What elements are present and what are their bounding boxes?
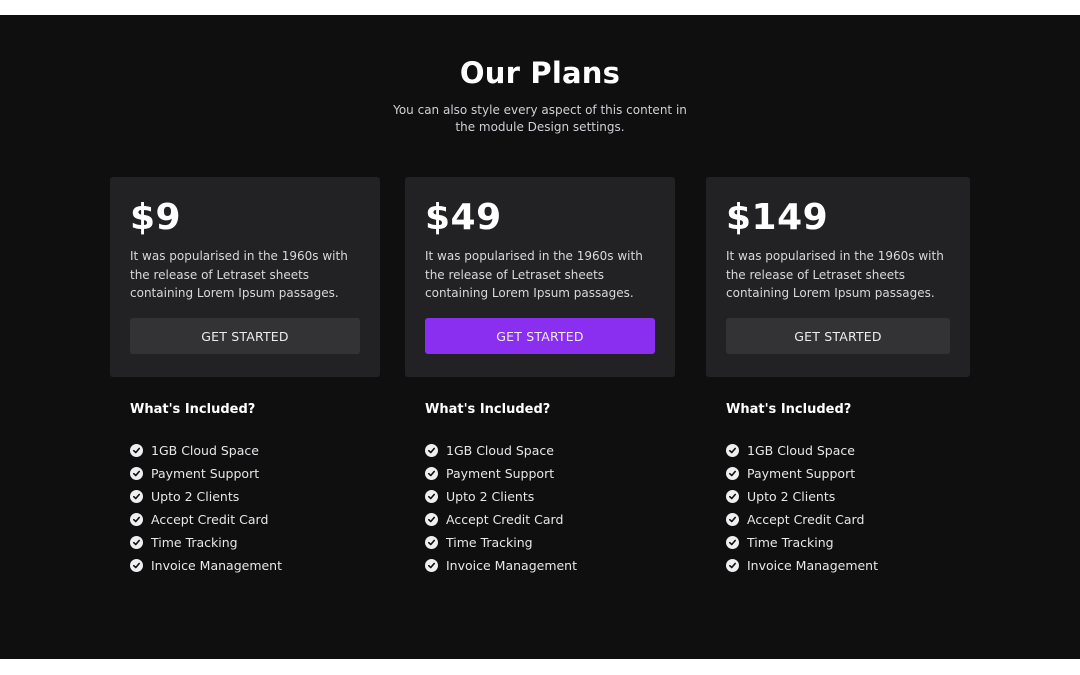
check-circle-icon	[130, 512, 143, 526]
check-circle-icon	[726, 535, 739, 549]
check-circle-icon	[425, 512, 438, 526]
get-started-button[interactable]: GET STARTED	[425, 318, 655, 354]
plan-card-basic: $9 It was popularised in the 1960s with …	[110, 177, 380, 377]
feature-label: Invoice Management	[747, 557, 879, 573]
check-circle-icon	[130, 558, 143, 572]
check-circle-icon	[130, 466, 143, 480]
feature-label: 1GB Cloud Space	[446, 442, 554, 458]
feature-label: Upto 2 Clients	[446, 488, 535, 504]
plan-price: $49	[425, 197, 502, 238]
check-circle-icon	[130, 535, 143, 549]
feature-label: Upto 2 Clients	[747, 488, 836, 504]
check-circle-icon	[726, 443, 739, 457]
feature-label: Time Tracking	[446, 534, 533, 550]
plan-card-featured: $49 It was popularised in the 1960s with…	[405, 177, 675, 377]
feature-label: Accept Credit Card	[151, 511, 269, 527]
feature-label: 1GB Cloud Space	[151, 442, 259, 458]
check-circle-icon	[425, 443, 438, 457]
feature-label: 1GB Cloud Space	[747, 442, 855, 458]
get-started-button[interactable]: GET STARTED	[726, 318, 950, 354]
plan-price: $149	[726, 197, 829, 238]
whats-included-title: What's Included?	[726, 402, 852, 417]
check-circle-icon	[726, 512, 739, 526]
feature-label: Invoice Management	[151, 557, 283, 573]
feature-item: Invoice Management	[425, 551, 577, 579]
whats-included-title: What's Included?	[130, 402, 256, 417]
feature-label: Time Tracking	[747, 534, 834, 550]
check-circle-icon	[726, 466, 739, 480]
plan-description: It was popularised in the 1960s with the…	[130, 249, 348, 300]
feature-label: Accept Credit Card	[446, 511, 564, 527]
feature-label: Accept Credit Card	[747, 511, 865, 527]
check-circle-icon	[425, 466, 438, 480]
feature-label: Payment Support	[151, 465, 260, 481]
feature-list: 1GB Cloud Space Payment Support Upto 2 C…	[130, 436, 282, 579]
get-started-button[interactable]: GET STARTED	[130, 318, 360, 354]
check-circle-icon	[425, 489, 438, 503]
check-circle-icon	[425, 535, 438, 549]
feature-label: Payment Support	[446, 465, 555, 481]
check-circle-icon	[130, 443, 143, 457]
plan-description: It was popularised in the 1960s with the…	[726, 249, 944, 300]
check-circle-icon	[726, 489, 739, 503]
whats-included-title: What's Included?	[425, 402, 551, 417]
plan-description: It was popularised in the 1960s with the…	[425, 249, 643, 300]
feature-list: 1GB Cloud Space Payment Support Upto 2 C…	[425, 436, 577, 579]
plan-price: $9	[130, 197, 182, 238]
feature-label: Invoice Management	[446, 557, 578, 573]
pricing-section: Our Plans You can also style every aspec…	[0, 15, 1080, 659]
feature-label: Upto 2 Clients	[151, 488, 240, 504]
section-subtitle: You can also style every aspect of this …	[393, 103, 687, 134]
feature-item: Invoice Management	[726, 551, 878, 579]
feature-list: 1GB Cloud Space Payment Support Upto 2 C…	[726, 436, 878, 579]
check-circle-icon	[130, 489, 143, 503]
check-circle-icon	[425, 558, 438, 572]
feature-item: Invoice Management	[130, 551, 282, 579]
check-circle-icon	[726, 558, 739, 572]
section-title: Our Plans	[459, 56, 621, 90]
plan-card-premium: $149 It was popularised in the 1960s wit…	[706, 177, 970, 377]
feature-label: Time Tracking	[151, 534, 238, 550]
feature-label: Payment Support	[747, 465, 856, 481]
